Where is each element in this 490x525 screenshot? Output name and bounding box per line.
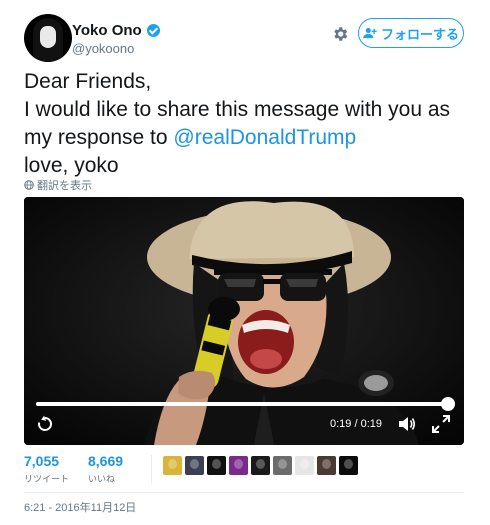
liker-avatar[interactable] [229, 456, 248, 475]
progress-fill [36, 402, 448, 406]
tweet-line-2: I would like to share this message with … [24, 98, 451, 121]
globe-icon [24, 180, 34, 190]
name-row: Yoko Ono [72, 22, 160, 39]
liker-avatar-figure [190, 459, 199, 469]
display-name[interactable]: Yoko Ono [72, 22, 142, 39]
volume-icon[interactable] [398, 415, 416, 433]
liker-avatar[interactable] [295, 456, 314, 475]
retweets-label: リツイート [24, 474, 70, 484]
retweets-stat[interactable]: 7,055 リツイート [24, 453, 69, 485]
liker-avatar-figure [256, 459, 265, 469]
liker-avatar-figure [234, 459, 243, 469]
timestamp-divider [24, 492, 464, 493]
liker-avatar-figure [300, 459, 309, 469]
follow-person-icon [363, 27, 377, 39]
avatar[interactable] [24, 14, 72, 62]
tweet-text: Dear Friends, I would like to share this… [24, 68, 474, 180]
replay-icon[interactable] [36, 415, 54, 433]
likes-label: いいね [88, 474, 116, 484]
tweet-line-3-prefix: my response to [24, 126, 174, 149]
stats-divider [151, 455, 152, 485]
retweets-count: 7,055 [24, 453, 60, 469]
progress-knob[interactable] [441, 397, 455, 411]
likes-count: 8,669 [88, 453, 124, 469]
liker-avatar[interactable] [273, 456, 292, 475]
liker-avatar[interactable] [163, 456, 182, 475]
liker-avatars [163, 456, 361, 475]
liker-avatar[interactable] [251, 456, 270, 475]
tweet-stats: 7,055 リツイート 8,669 いいね [24, 453, 464, 493]
translate-label: 翻訳を表示 [37, 180, 92, 192]
liker-avatar-figure [344, 459, 353, 469]
translate-link[interactable]: 翻訳を表示 [24, 177, 92, 193]
fullscreen-icon[interactable] [432, 415, 450, 433]
video-player[interactable]: 0:19 / 0:19 [24, 197, 464, 445]
likes-stat[interactable]: 8,669 いいね [88, 453, 123, 485]
follow-button-label: フォローする [380, 26, 459, 42]
mention-link[interactable]: @realDonaldTrump [173, 126, 356, 149]
user-handle[interactable]: @yokoono [72, 41, 134, 56]
verified-icon [146, 24, 160, 37]
liker-avatar-figure [322, 459, 331, 469]
liker-avatar[interactable] [317, 456, 336, 475]
liker-avatar[interactable] [185, 456, 204, 475]
tweet-line-3: my response to @realDonaldTrump [24, 124, 474, 152]
avatar-face [40, 26, 56, 48]
gear-icon[interactable] [331, 25, 349, 43]
video-time: 0:19 / 0:19 [330, 418, 382, 430]
progress-bar[interactable] [36, 397, 455, 411]
follow-button[interactable]: フォローする [358, 18, 464, 48]
tweet-line-1: Dear Friends, [24, 70, 152, 93]
tweet-timestamp[interactable]: 6:21 - 2016年11月12日 [24, 499, 136, 515]
tweet-header: Yoko Ono @yokoono フォローする [0, 0, 490, 70]
liker-avatar-figure [278, 459, 287, 469]
tweet-line-4: love, yoko [24, 154, 119, 177]
liker-avatar[interactable] [339, 456, 358, 475]
video-frame [24, 197, 464, 445]
liker-avatar-figure [168, 459, 177, 469]
liker-avatar-figure [212, 459, 221, 469]
liker-avatar[interactable] [207, 456, 226, 475]
